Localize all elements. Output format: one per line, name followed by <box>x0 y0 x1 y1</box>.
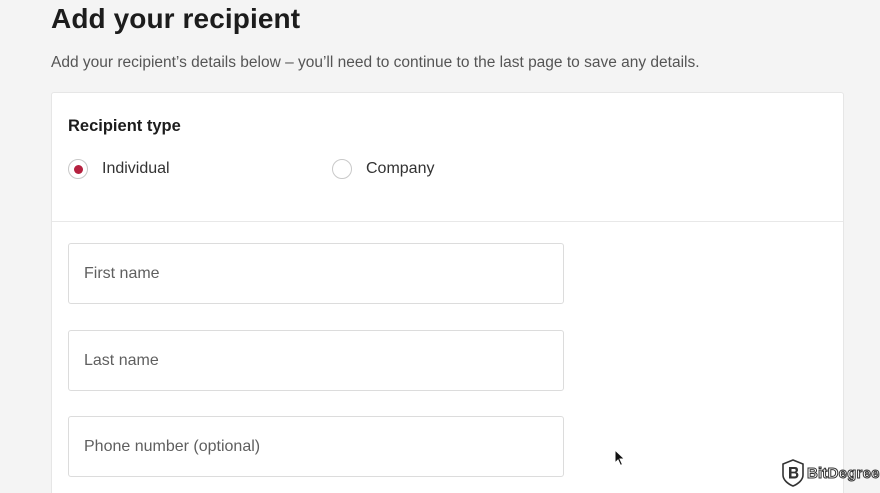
radio-individual-label: Individual <box>102 160 170 177</box>
mouse-pointer-icon <box>614 449 626 467</box>
last-name-field[interactable] <box>68 330 564 391</box>
page-title: Add your recipient <box>51 3 301 34</box>
page: Add your recipient Add your recipient’s … <box>0 0 880 493</box>
radio-selected-icon[interactable] <box>68 159 88 179</box>
bitdegree-watermark: BitDegree <box>782 459 880 487</box>
section-divider <box>52 221 843 222</box>
radio-individual[interactable]: Individual <box>68 157 170 181</box>
radio-unselected-icon[interactable] <box>332 159 352 179</box>
phone-number-field[interactable] <box>68 416 564 477</box>
recipient-form-card: Recipient type Individual Company <box>51 92 844 493</box>
watermark-text: BitDegree <box>807 464 880 482</box>
radio-company-label: Company <box>366 160 435 177</box>
first-name-field[interactable] <box>68 243 564 304</box>
radio-company[interactable]: Company <box>332 157 434 181</box>
page-subtitle: Add your recipient’s details below – you… <box>51 54 700 71</box>
recipient-type-heading: Recipient type <box>68 117 181 135</box>
bitdegree-logo-icon <box>782 459 804 487</box>
